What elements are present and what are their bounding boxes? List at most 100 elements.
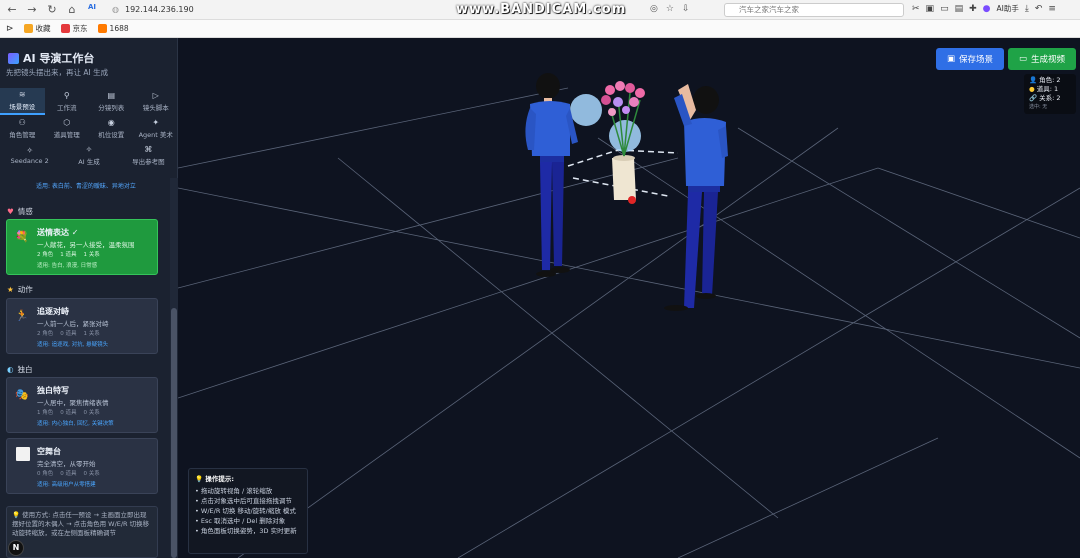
palette-icon: ⌘	[144, 145, 153, 154]
window-icon[interactable]: ▭	[940, 4, 949, 14]
scroll-thumb[interactable]	[171, 308, 177, 558]
tip-line: • 点击对象选中后可直接拖拽调节	[195, 497, 292, 505]
check-icon: ✓	[71, 228, 79, 237]
search-input[interactable]: 汽车之家汽车之家	[724, 3, 904, 17]
preset-card-monologue[interactable]: 🎭 独白特写 一人居中，聚焦情绪表情 1 角色 0 道具 0 关系 适用: 内心独白…	[6, 377, 158, 433]
stat-props: ● 道具: 1	[1029, 85, 1059, 93]
tip-line: • W/E/R 切换 移动/旋转/缩放 模式	[195, 507, 296, 515]
forward-icon[interactable]: →	[26, 3, 38, 16]
app-root: AI 导演工作台 先把镜头摆出来，再让 AI 生成 ≋ 场景预设 ⚲ 工作流 ▤ 分镜…	[0, 38, 1080, 558]
sidebar: AI 导演工作台 先把镜头摆出来，再让 AI 生成 ≋ 场景预设 ⚲ 工作流 ▤ 分镜…	[0, 38, 178, 558]
clapper-icon	[8, 52, 19, 64]
save-icon: ▣	[946, 54, 955, 64]
back-icon[interactable]: ←	[6, 3, 18, 16]
card-meta: 1 角色 0 道具 0 关系	[37, 410, 100, 416]
menu-icon[interactable]: ≡	[1048, 4, 1056, 14]
generate-video-button[interactable]: ▭ 生成视频	[1008, 48, 1076, 70]
character-left[interactable]	[525, 73, 578, 277]
app-brand: AI 导演工作台	[8, 50, 94, 66]
undo-icon[interactable]: ↶	[1035, 4, 1043, 14]
card-tags: 适用: 内心独白, 回忆, 关键决策	[37, 421, 114, 427]
preset-card-empty-stage[interactable]: 空舞台 完全清空，从零开始 0 角色 0 道具 0 关系 适用: 高级用户从零搭建	[6, 438, 158, 494]
card-meta: 0 角色 0 道具 0 关系	[37, 471, 100, 477]
preset-list[interactable]: 适用: 表白前、青涩的暧昧、异地对立 ♥ 情感 💐 送情表达 ✓ 一人献花，另一人…	[0, 178, 170, 558]
tab-workflow[interactable]: ⚲ 工作流	[45, 88, 90, 115]
link-icon: 🔗	[1029, 94, 1038, 102]
sidebar-scrollbar[interactable]	[170, 178, 178, 558]
clipped-tags: 适用: 表白前、青涩的暧昧、异地对立	[36, 183, 136, 190]
runner-icon: 🏃	[15, 309, 29, 322]
bookmark-item[interactable]: 1688	[97, 24, 129, 33]
card-meta: 2 角色 1 道具 1 关系	[37, 252, 100, 258]
card-title: 追逐对峙	[37, 307, 69, 316]
tab-props[interactable]: ⬡ 道具管理	[45, 115, 90, 142]
stat-roles: 👤 角色: 2	[1029, 76, 1061, 84]
tab-seedance[interactable]: ✧ Seedance 2	[0, 142, 59, 169]
relation-marker[interactable]	[570, 94, 602, 126]
lightbulb-icon: 💡	[195, 475, 204, 483]
crop-icon[interactable]: ✂	[912, 4, 920, 14]
tip-line: • 拖动旋转视角 / 滚轮缩放	[195, 487, 273, 495]
mask-icon: ◐	[7, 365, 14, 374]
tab-shot-script[interactable]: ▷ 镜头脚本	[134, 88, 179, 115]
ai-badge-icon[interactable]: AI	[86, 3, 98, 16]
card-title: 独白特写	[37, 386, 69, 395]
sidebar-toggle-icon[interactable]: ⊳	[6, 24, 14, 34]
operation-tips-panel: 💡 操作提示: • 拖动旋转视角 / 滚轮缩放 • 点击对象选中后可直接拖拽调节…	[188, 468, 308, 554]
camera-icon: ◉	[107, 118, 115, 127]
heart-icon: ♥	[7, 207, 14, 216]
character-right[interactable]	[664, 84, 728, 311]
stat-relations: 🔗 关系: 2	[1029, 94, 1061, 102]
ai-helper-icon[interactable]: ●	[983, 4, 991, 14]
tab-ai-generate[interactable]: ✧ AI 生成	[59, 142, 118, 169]
scene-viewport[interactable]: ▣ 保存场景 ▭ 生成视频 👤 角色: 2 ● 道具: 1 🔗 关系: 2 选中: …	[178, 38, 1080, 558]
bookmarks-bar: ⊳ 收藏 京东 1688	[0, 20, 1080, 38]
star-icon	[23, 24, 33, 33]
puzzle-icon[interactable]: ✚	[969, 4, 977, 14]
tab-characters[interactable]: ⚇ 角色管理	[0, 115, 45, 142]
site-info-icon[interactable]: ◍	[112, 5, 119, 14]
sparkle-icon: ✦	[152, 118, 160, 127]
app-title: AI 导演工作台	[23, 52, 95, 65]
bookmark-star-icon[interactable]: ☆	[666, 4, 674, 14]
blank-square-icon	[16, 447, 30, 461]
tip-line: • 角色面板切换姿势，3D 实时更新	[195, 527, 297, 535]
location-icon[interactable]: ◎	[650, 4, 658, 14]
save-scene-button[interactable]: ▣ 保存场景	[936, 48, 1004, 70]
tab-camera[interactable]: ◉ 机位设置	[89, 115, 134, 142]
card-title: 空舞台	[37, 447, 61, 456]
card-desc: 一人献花，另一人接受，温柔氛围	[37, 241, 135, 249]
tab-scene-presets[interactable]: ≋ 场景预设	[0, 88, 45, 115]
ai-helper-label[interactable]: AI助手	[997, 3, 1019, 14]
card-desc: 一人居中，聚焦情绪表情	[37, 399, 109, 407]
usage-hint: 💡 使用方式: 点击任一预设 → 主画面立即出现摆好位置的木偶人 → 点击角色用…	[6, 506, 158, 558]
downloads-icon[interactable]: ⤓	[1025, 4, 1029, 14]
extension-1-icon[interactable]: ▣	[926, 4, 935, 14]
users-icon: ⚇	[18, 118, 26, 127]
tab-agent-art[interactable]: ✦ Agent 美术	[134, 115, 179, 142]
download-icon[interactable]: ⇩	[682, 4, 690, 14]
bookmark-item[interactable]: 收藏	[23, 23, 51, 34]
tab-export-reference[interactable]: ⌘ 导出参考图	[119, 142, 178, 169]
reader-icon[interactable]: ▤	[955, 4, 964, 14]
tab-storyboard[interactable]: ▤ 分镜列表	[89, 88, 134, 115]
card-desc: 完全清空，从零开始	[37, 460, 96, 468]
bookmark-item[interactable]: 京东	[60, 23, 88, 34]
role-icon: 👤	[1029, 76, 1038, 84]
next-badge-icon[interactable]: N	[8, 540, 24, 556]
card-title: 送情表达 ✓	[37, 228, 79, 237]
scene-canvas[interactable]	[178, 38, 1080, 558]
home-icon[interactable]: ⌂	[66, 3, 78, 16]
cube-icon: ⬡	[63, 118, 71, 127]
url-text: 192.144.236.190	[124, 5, 194, 14]
film-icon: ▤	[107, 91, 116, 100]
reload-icon[interactable]: ↻	[46, 3, 58, 16]
magic-icon: ✧	[85, 145, 93, 154]
tips-title: 💡 操作提示:	[195, 475, 234, 483]
card-meta: 2 角色 0 道具 1 关系	[37, 331, 100, 337]
bandicam-watermark: www.BANDICAM.com	[456, 2, 627, 17]
preset-card-chase[interactable]: 🏃 追逐对峙 一人前一人后，紧张对峙 2 角色 0 道具 1 关系 适用: 追逐戏,…	[6, 298, 158, 354]
preset-card-flower[interactable]: 💐 送情表达 ✓ 一人献花，另一人接受，温柔氛围 2 角色 1 道具 1 关系 适用…	[6, 219, 158, 275]
scene-stats-panel: 👤 角色: 2 ● 道具: 1 🔗 关系: 2 选中: 无	[1024, 74, 1076, 114]
sidebar-tabs: ≋ 场景预设 ⚲ 工作流 ▤ 分镜列表 ▷ 镜头脚本 ⚇ 角色管理 ⬡ 道具管理 ◉ 机位设置…	[0, 88, 178, 169]
